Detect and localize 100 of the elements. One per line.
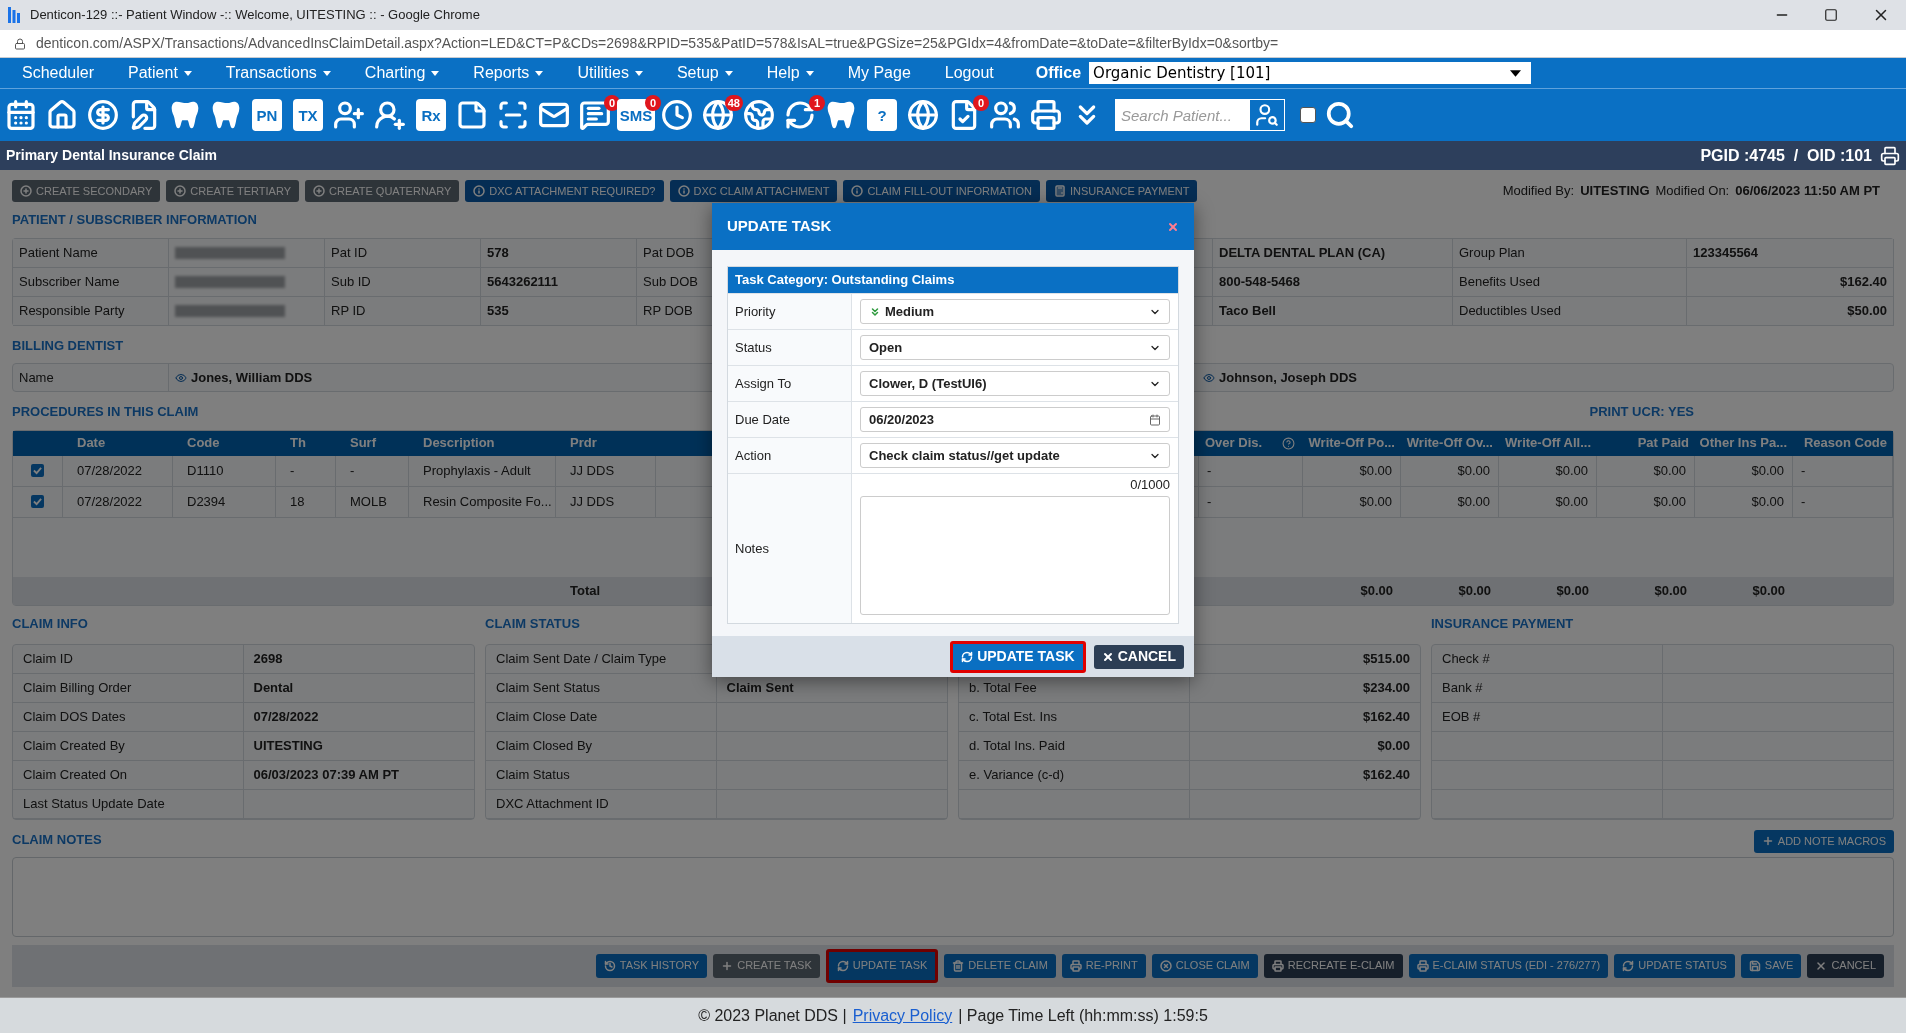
menu-item[interactable]: Patient [128, 61, 192, 85]
field-value: 5643262111 [487, 272, 558, 291]
calculator-icon [1054, 185, 1066, 197]
checkbox[interactable] [1300, 107, 1316, 123]
field-value: $50.00 [1847, 301, 1887, 320]
menu-item[interactable]: Reports [473, 61, 544, 85]
footer-button[interactable]: RE-PRINT [1061, 953, 1146, 978]
field-label: Notes [735, 539, 769, 558]
privacy-policy-link[interactable]: Privacy Policy [852, 1003, 953, 1028]
chat-icon[interactable] [579, 99, 611, 131]
help-icon[interactable] [1282, 436, 1296, 450]
select-field[interactable]: Open [860, 335, 1170, 360]
table-cell-text: - [1207, 461, 1212, 480]
select-field[interactable]: Clower, D (TestUI6) [860, 371, 1170, 396]
notification-count: 1 [809, 95, 825, 111]
document-icon[interactable]: PN [252, 99, 282, 131]
dentist-name: Jones, William DDS [191, 368, 313, 387]
group-search-icon[interactable] [1325, 100, 1355, 130]
field-label: Subscriber Name [19, 272, 120, 291]
footer-button[interactable]: SAVE [1740, 953, 1802, 978]
globe-icon[interactable] [907, 99, 939, 131]
footer-button[interactable]: CLOSE CLAIM [1151, 953, 1258, 978]
table-cell-text: $0.00 [1653, 461, 1686, 480]
office-select[interactable]: Organic Dentistry [101] [1089, 62, 1532, 84]
chevrons-down-icon [869, 305, 881, 318]
menu-item[interactable]: My Page [847, 61, 911, 85]
section-heading: BILLING DENTIST [12, 336, 124, 355]
field-label: EOB # [1442, 707, 1481, 726]
dollar-icon[interactable] [87, 99, 119, 131]
tooth-icon[interactable] [210, 99, 242, 131]
action-button[interactable]: INSURANCE PAYMENT [1046, 180, 1198, 202]
trash-icon [952, 959, 965, 972]
action-button[interactable]: DXC ATTACHMENT REQUIRED? [465, 180, 664, 202]
footer-button[interactable]: CREATE TASK [713, 953, 820, 978]
eye-icon[interactable] [1203, 371, 1215, 384]
select-field[interactable]: Medium [860, 299, 1170, 324]
footer-button[interactable]: TASK HISTORY [595, 953, 708, 978]
add-user-icon[interactable] [374, 99, 406, 131]
add-user-icon[interactable] [333, 99, 365, 131]
document-icon[interactable]: TX [293, 99, 323, 131]
modified-on-label: Modified On: [1655, 182, 1730, 201]
table-cell-text: - [1801, 461, 1806, 480]
tooth-icon[interactable] [169, 99, 201, 131]
menu-item[interactable]: Setup [676, 61, 733, 85]
printer-icon[interactable] [1880, 145, 1900, 166]
note-icon[interactable] [456, 99, 488, 131]
globe-icon[interactable] [743, 99, 775, 131]
cancel-button[interactable]: CANCEL [1093, 644, 1184, 669]
printer-icon[interactable] [1030, 99, 1062, 131]
row-checkbox[interactable] [31, 464, 44, 477]
printer-icon [1416, 959, 1429, 972]
modified-on-value: 06/06/2023 11:50 AM PT [1735, 182, 1880, 201]
dialog-title: UPDATE TASK [727, 216, 832, 237]
footer-button[interactable]: DELETE CLAIM [944, 953, 1056, 978]
menu-item[interactable]: Help [766, 61, 814, 85]
refresh-icon[interactable] [784, 99, 816, 131]
calendar-icon[interactable] [1149, 413, 1161, 426]
table-cell-text: 18 [290, 492, 305, 511]
select-field[interactable]: Check claim status//get update [860, 443, 1170, 468]
tooth-icon[interactable]: ? [867, 99, 897, 131]
footer-button[interactable]: UPDATE TASK [825, 948, 939, 983]
eye-icon[interactable] [175, 371, 187, 384]
footer-button[interactable]: RECREATE E-CLAIM [1263, 953, 1403, 978]
action-button[interactable]: CLAIM FILL-OUT INFORMATION [843, 180, 1040, 202]
clock-icon[interactable] [661, 99, 693, 131]
add-note-macros-button[interactable]: ADD NOTE MACROS [1753, 829, 1894, 853]
update-task-button[interactable]: UPDATE TASK [950, 640, 1086, 673]
notes-field[interactable] [860, 496, 1170, 615]
menu-item[interactable]: Scheduler [22, 61, 95, 85]
field-label: Claim Closed By [496, 736, 593, 755]
menu-item[interactable]: Charting [364, 61, 440, 85]
column-header: Other Ins Pa... [1699, 434, 1787, 453]
menu-item[interactable]: Transactions [225, 61, 331, 85]
date-field[interactable]: 06/20/2023 [860, 407, 1170, 432]
home-icon[interactable] [46, 99, 78, 131]
patient-search-button[interactable] [1249, 99, 1285, 131]
section-heading: CLAIM STATUS [485, 614, 580, 633]
search-field[interactable]: Search Patient... [1115, 99, 1249, 131]
page-title: Primary Dental Insurance Claim [6, 146, 217, 165]
row-checkbox[interactable] [31, 495, 44, 508]
field-label: Claim Sent Date / Claim Type [496, 649, 667, 668]
tooth-icon[interactable] [825, 99, 857, 131]
claim-notes-field[interactable] [12, 856, 1894, 937]
maximize-icon[interactable] [1824, 8, 1838, 22]
field-label: Pat ID [331, 243, 368, 262]
prescription-icon[interactable]: Rx [416, 99, 446, 131]
people-icon[interactable] [989, 99, 1021, 131]
footer-button[interactable]: UPDATE STATUS [1614, 953, 1735, 978]
calendar-icon[interactable] [5, 99, 37, 131]
table-cell-text: $0.00 [1751, 461, 1784, 480]
scanner-icon[interactable] [497, 99, 529, 131]
column-header: Th [289, 434, 307, 453]
time-left-text: | Page Time Left (hh:mm:ss) 1:59:5 [958, 1005, 1208, 1026]
notification-count: 0 [604, 95, 620, 111]
menu-item[interactable]: Utilities [577, 61, 643, 85]
footer-button[interactable]: CANCEL [1807, 953, 1884, 978]
url-text: denticon.com/ASPX/Transactions/AdvancedInsClaimDetail.aspx?Action=LED&CT=P&CDs=2698&RPID=535&PatID=578&IsAL=true&PGSize=25&PGIdx=4&fromDate=&toDate=&filterByIdx=0&sortby= [36, 34, 1279, 53]
footer-button[interactable]: E-CLAIM STATUS (EDI - 276/277) [1408, 953, 1609, 978]
action-button[interactable]: DXC CLAIM ATTACHMENT [669, 180, 838, 202]
menu-item[interactable]: Logout [944, 61, 994, 85]
